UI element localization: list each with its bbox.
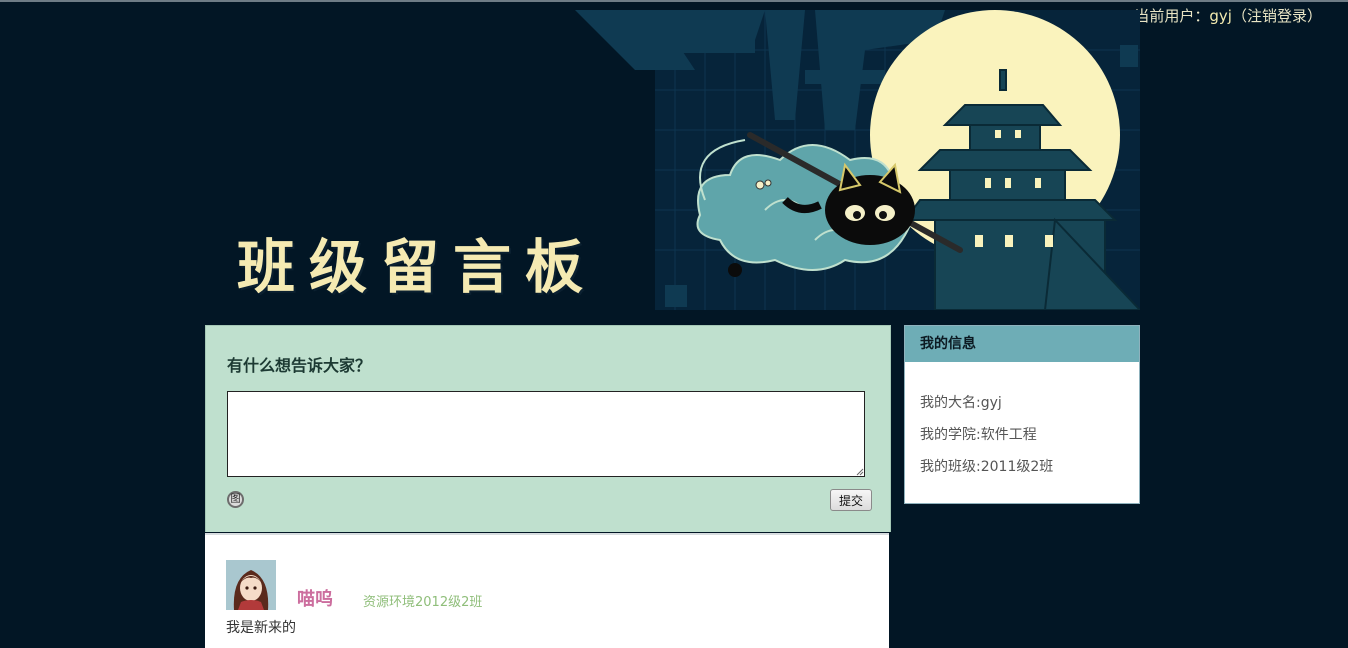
info-college: 我的学院:软件工程 [920, 427, 1037, 443]
post-panel: 有什么想告诉大家？ 图 提交 [205, 325, 891, 532]
message-input[interactable] [227, 391, 865, 477]
message-author[interactable]: 喵呜 [297, 585, 333, 611]
current-user-prefix: 当前用户： [1134, 7, 1210, 25]
message-list: 喵呜 资源环境2012级2班 我是新来的 [205, 533, 889, 648]
info-class: 我的班级:2011级2班 [920, 459, 1054, 475]
my-info-title: 我的信息 [905, 326, 1139, 362]
info-name: 我的大名:gyj [920, 395, 1002, 411]
logout-link[interactable]: （注销登录） [1232, 7, 1322, 25]
avatar-image [226, 560, 276, 610]
image-icon[interactable]: 图 [227, 491, 244, 508]
top-divider [0, 0, 1348, 2]
avatar[interactable] [226, 560, 276, 610]
current-user-bar: 当前用户：gyj（注销登录） [1134, 6, 1322, 26]
header-banner: 班级留言板 [205, 10, 1140, 310]
current-username: gyj [1209, 7, 1232, 25]
resize-grip-icon[interactable] [856, 468, 864, 476]
message-author-class: 资源环境2012级2班 [363, 595, 483, 610]
submit-button[interactable]: 提交 [830, 489, 872, 511]
banner-title: 班级留言板 [237, 233, 598, 301]
post-prompt: 有什么想告诉大家？ [227, 356, 372, 375]
my-info-panel: 我的信息 我的大名:gyj 我的学院:软件工程 我的班级:2011级2班 [904, 325, 1140, 504]
message-text: 我是新来的 [226, 620, 296, 636]
